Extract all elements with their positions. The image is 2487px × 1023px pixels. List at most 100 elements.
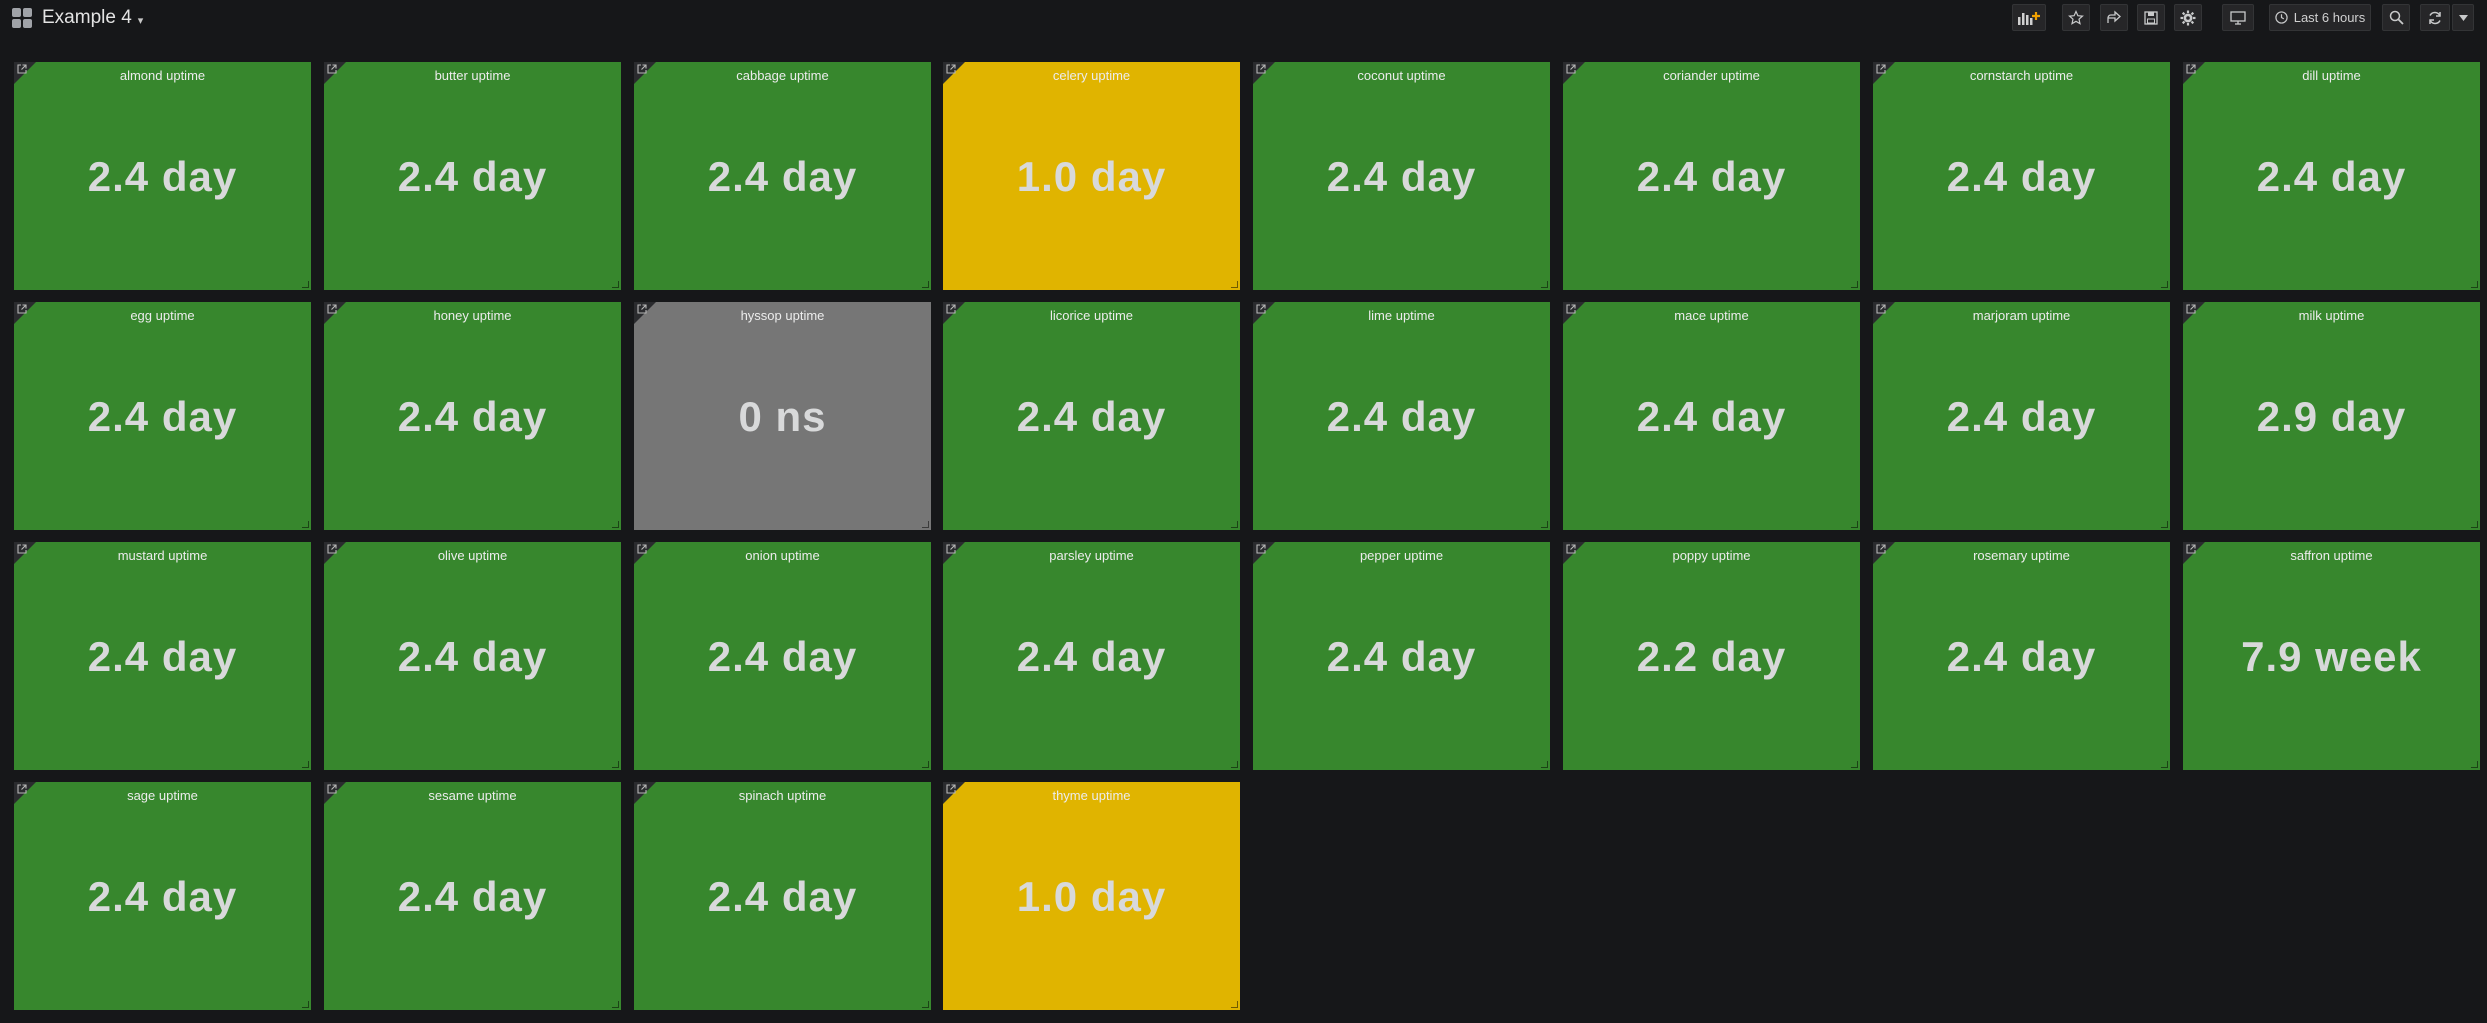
- stat-panel[interactable]: poppy uptime 2.2 day: [1563, 542, 1860, 770]
- panel-resize-handle[interactable]: [612, 761, 619, 768]
- settings-button[interactable]: [2174, 4, 2202, 31]
- stat-panel[interactable]: onion uptime 2.4 day: [634, 542, 931, 770]
- panel-value: 2.4 day: [1326, 393, 1477, 440]
- tv-mode-button[interactable]: [2222, 4, 2254, 31]
- panel-resize-handle[interactable]: [1851, 521, 1858, 528]
- add-panel-button[interactable]: [2012, 4, 2046, 31]
- stat-panel[interactable]: milk uptime 2.9 day: [2183, 302, 2480, 530]
- star-button[interactable]: [2062, 4, 2090, 31]
- panel-title[interactable]: mustard uptime: [14, 548, 311, 563]
- stat-panel[interactable]: almond uptime 2.4 day: [14, 62, 311, 290]
- stat-panel[interactable]: thyme uptime 1.0 day: [943, 782, 1240, 1010]
- panel-value: 2.4 day: [87, 393, 238, 440]
- stat-panel[interactable]: pepper uptime 2.4 day: [1253, 542, 1550, 770]
- time-range-picker[interactable]: Last 6 hours: [2269, 4, 2371, 31]
- panel-title[interactable]: butter uptime: [324, 68, 621, 83]
- stat-panel[interactable]: cornstarch uptime 2.4 day: [1873, 62, 2170, 290]
- stat-panel[interactable]: egg uptime 2.4 day: [14, 302, 311, 530]
- refresh-button[interactable]: [2420, 4, 2450, 31]
- panel-title[interactable]: hyssop uptime: [634, 308, 931, 323]
- stat-panel[interactable]: saffron uptime 7.9 week: [2183, 542, 2480, 770]
- panel-title[interactable]: coconut uptime: [1253, 68, 1550, 83]
- panel-title[interactable]: honey uptime: [324, 308, 621, 323]
- panel-resize-handle[interactable]: [302, 281, 309, 288]
- panel-resize-handle[interactable]: [2471, 281, 2478, 288]
- panel-value: 2.4 day: [707, 873, 858, 920]
- stat-panel[interactable]: mace uptime 2.4 day: [1563, 302, 1860, 530]
- panel-title[interactable]: rosemary uptime: [1873, 548, 2170, 563]
- panel-title[interactable]: dill uptime: [2183, 68, 2480, 83]
- stat-panel[interactable]: honey uptime 2.4 day: [324, 302, 621, 530]
- panel-title[interactable]: mace uptime: [1563, 308, 1860, 323]
- panel-resize-handle[interactable]: [2471, 761, 2478, 768]
- panel-resize-handle[interactable]: [2161, 761, 2168, 768]
- panel-resize-handle[interactable]: [2161, 521, 2168, 528]
- panel-title[interactable]: pepper uptime: [1253, 548, 1550, 563]
- panel-resize-handle[interactable]: [2161, 281, 2168, 288]
- refresh-interval-dropdown[interactable]: [2452, 4, 2474, 31]
- stat-panel[interactable]: hyssop uptime 0 ns: [634, 302, 931, 530]
- zoom-out-button[interactable]: [2382, 4, 2410, 31]
- panel-title[interactable]: lime uptime: [1253, 308, 1550, 323]
- stat-panel[interactable]: coconut uptime 2.4 day: [1253, 62, 1550, 290]
- panel-title[interactable]: marjoram uptime: [1873, 308, 2170, 323]
- panel-resize-handle[interactable]: [1851, 761, 1858, 768]
- panel-resize-handle[interactable]: [612, 521, 619, 528]
- panel-title[interactable]: milk uptime: [2183, 308, 2480, 323]
- panel-resize-handle[interactable]: [1231, 761, 1238, 768]
- stat-panel[interactable]: sesame uptime 2.4 day: [324, 782, 621, 1010]
- panel-title[interactable]: coriander uptime: [1563, 68, 1860, 83]
- stat-panel[interactable]: lime uptime 2.4 day: [1253, 302, 1550, 530]
- stat-panel[interactable]: spinach uptime 2.4 day: [634, 782, 931, 1010]
- dashboard-grid-icon: [12, 8, 32, 28]
- panel-resize-handle[interactable]: [1231, 281, 1238, 288]
- panel-title[interactable]: parsley uptime: [943, 548, 1240, 563]
- panel-resize-handle[interactable]: [1541, 281, 1548, 288]
- panel-title[interactable]: thyme uptime: [943, 788, 1240, 803]
- panel-resize-handle[interactable]: [922, 281, 929, 288]
- stat-panel[interactable]: parsley uptime 2.4 day: [943, 542, 1240, 770]
- panel-resize-handle[interactable]: [1231, 1001, 1238, 1008]
- panel-resize-handle[interactable]: [1851, 281, 1858, 288]
- panel-resize-handle[interactable]: [2471, 521, 2478, 528]
- panel-resize-handle[interactable]: [1541, 761, 1548, 768]
- stat-panel[interactable]: butter uptime 2.4 day: [324, 62, 621, 290]
- panel-title[interactable]: cornstarch uptime: [1873, 68, 2170, 83]
- panel-title[interactable]: poppy uptime: [1563, 548, 1860, 563]
- panel-title[interactable]: olive uptime: [324, 548, 621, 563]
- stat-panel[interactable]: sage uptime 2.4 day: [14, 782, 311, 1010]
- panel-value: 2.4 day: [2256, 153, 2407, 200]
- stat-panel[interactable]: rosemary uptime 2.4 day: [1873, 542, 2170, 770]
- panel-resize-handle[interactable]: [612, 281, 619, 288]
- panel-resize-handle[interactable]: [1541, 521, 1548, 528]
- save-button[interactable]: [2137, 4, 2165, 31]
- stat-panel[interactable]: mustard uptime 2.4 day: [14, 542, 311, 770]
- stat-panel[interactable]: licorice uptime 2.4 day: [943, 302, 1240, 530]
- panel-title[interactable]: onion uptime: [634, 548, 931, 563]
- panel-resize-handle[interactable]: [922, 521, 929, 528]
- panel-title[interactable]: sage uptime: [14, 788, 311, 803]
- stat-panel[interactable]: dill uptime 2.4 day: [2183, 62, 2480, 290]
- stat-panel[interactable]: olive uptime 2.4 day: [324, 542, 621, 770]
- panel-resize-handle[interactable]: [302, 521, 309, 528]
- panel-title[interactable]: celery uptime: [943, 68, 1240, 83]
- panel-title[interactable]: saffron uptime: [2183, 548, 2480, 563]
- panel-resize-handle[interactable]: [1231, 521, 1238, 528]
- panel-resize-handle[interactable]: [922, 761, 929, 768]
- panel-title[interactable]: cabbage uptime: [634, 68, 931, 83]
- stat-panel[interactable]: coriander uptime 2.4 day: [1563, 62, 1860, 290]
- stat-panel[interactable]: marjoram uptime 2.4 day: [1873, 302, 2170, 530]
- panel-resize-handle[interactable]: [922, 1001, 929, 1008]
- panel-title[interactable]: spinach uptime: [634, 788, 931, 803]
- panel-title[interactable]: sesame uptime: [324, 788, 621, 803]
- stat-panel[interactable]: cabbage uptime 2.4 day: [634, 62, 931, 290]
- stat-panel[interactable]: celery uptime 1.0 day: [943, 62, 1240, 290]
- share-button[interactable]: [2100, 4, 2128, 31]
- panel-resize-handle[interactable]: [302, 761, 309, 768]
- panel-resize-handle[interactable]: [612, 1001, 619, 1008]
- dashboard-picker[interactable]: Example 4 ▾: [12, 5, 143, 31]
- panel-resize-handle[interactable]: [302, 1001, 309, 1008]
- panel-title[interactable]: almond uptime: [14, 68, 311, 83]
- panel-title[interactable]: licorice uptime: [943, 308, 1240, 323]
- panel-title[interactable]: egg uptime: [14, 308, 311, 323]
